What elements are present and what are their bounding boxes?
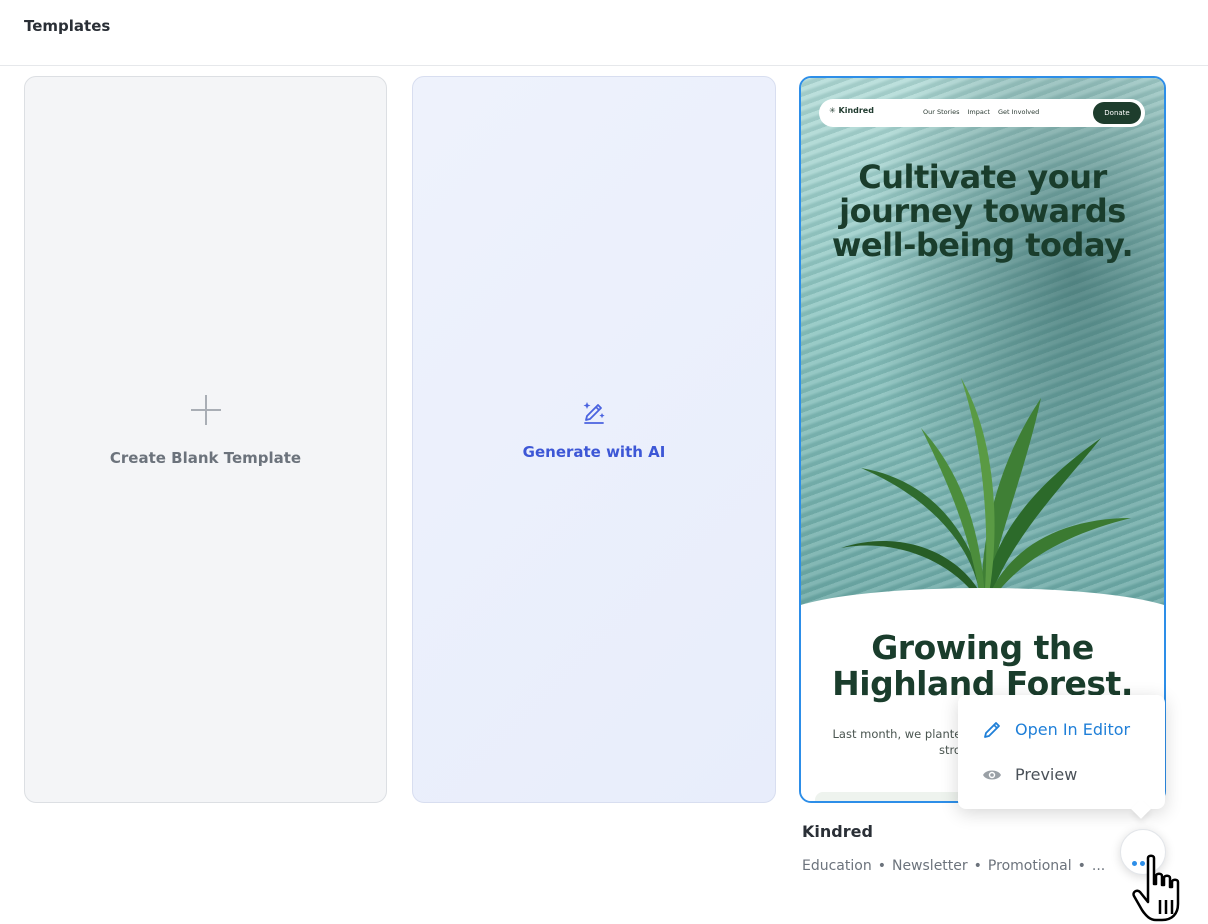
template-card-kindred[interactable]: ✳ Kindred Our Stories Impact Get Involved … bbox=[799, 76, 1166, 803]
create-blank-template-label: Create Blank Template bbox=[109, 449, 302, 467]
header: Templates bbox=[0, 0, 1208, 66]
preview-donate-button: Donate bbox=[1093, 102, 1141, 124]
preview-headline: Cultivate your journey towards well-bein… bbox=[831, 158, 1134, 264]
preview-section-title: Growing the Highland Forest. bbox=[832, 628, 1133, 703]
generate-with-ai-label: Generate with AI bbox=[522, 443, 666, 461]
hand-cursor-icon bbox=[1132, 854, 1180, 922]
tag: Promotional bbox=[987, 858, 1072, 874]
template-context-menu: Open In Editor Preview bbox=[958, 695, 1165, 809]
generate-with-ai-card[interactable]: Generate with AI bbox=[412, 76, 776, 803]
eye-icon bbox=[983, 770, 1001, 780]
preview-menu-item[interactable]: Preview bbox=[958, 754, 1165, 794]
template-preview-hero: ✳ Kindred Our Stories Impact Get Involved … bbox=[801, 78, 1164, 801]
preview-label: Preview bbox=[1015, 765, 1078, 784]
page-title: Templates bbox=[24, 17, 111, 35]
preview-logo: ✳ Kindred bbox=[829, 106, 874, 115]
tag: ... bbox=[1091, 858, 1106, 874]
preview-navbar: ✳ Kindred Our Stories Impact Get Involved … bbox=[819, 99, 1145, 127]
ai-pencil-sparkle-icon bbox=[583, 402, 605, 424]
pencil-icon bbox=[984, 722, 1000, 738]
plus-icon bbox=[189, 393, 223, 427]
preview-nav-links: Our Stories Impact Get Involved bbox=[923, 108, 1040, 116]
open-in-editor-label: Open In Editor bbox=[1015, 720, 1131, 739]
template-tags: Education • Newsletter • Promotional •... bbox=[802, 858, 1106, 874]
tag: Education bbox=[802, 858, 872, 874]
plant-image bbox=[841, 378, 1131, 618]
create-blank-template-card[interactable]: Create Blank Template bbox=[24, 76, 387, 803]
template-name: Kindred bbox=[802, 822, 873, 841]
open-in-editor-menu-item[interactable]: Open In Editor bbox=[958, 709, 1165, 749]
tag: Newsletter bbox=[891, 858, 968, 874]
